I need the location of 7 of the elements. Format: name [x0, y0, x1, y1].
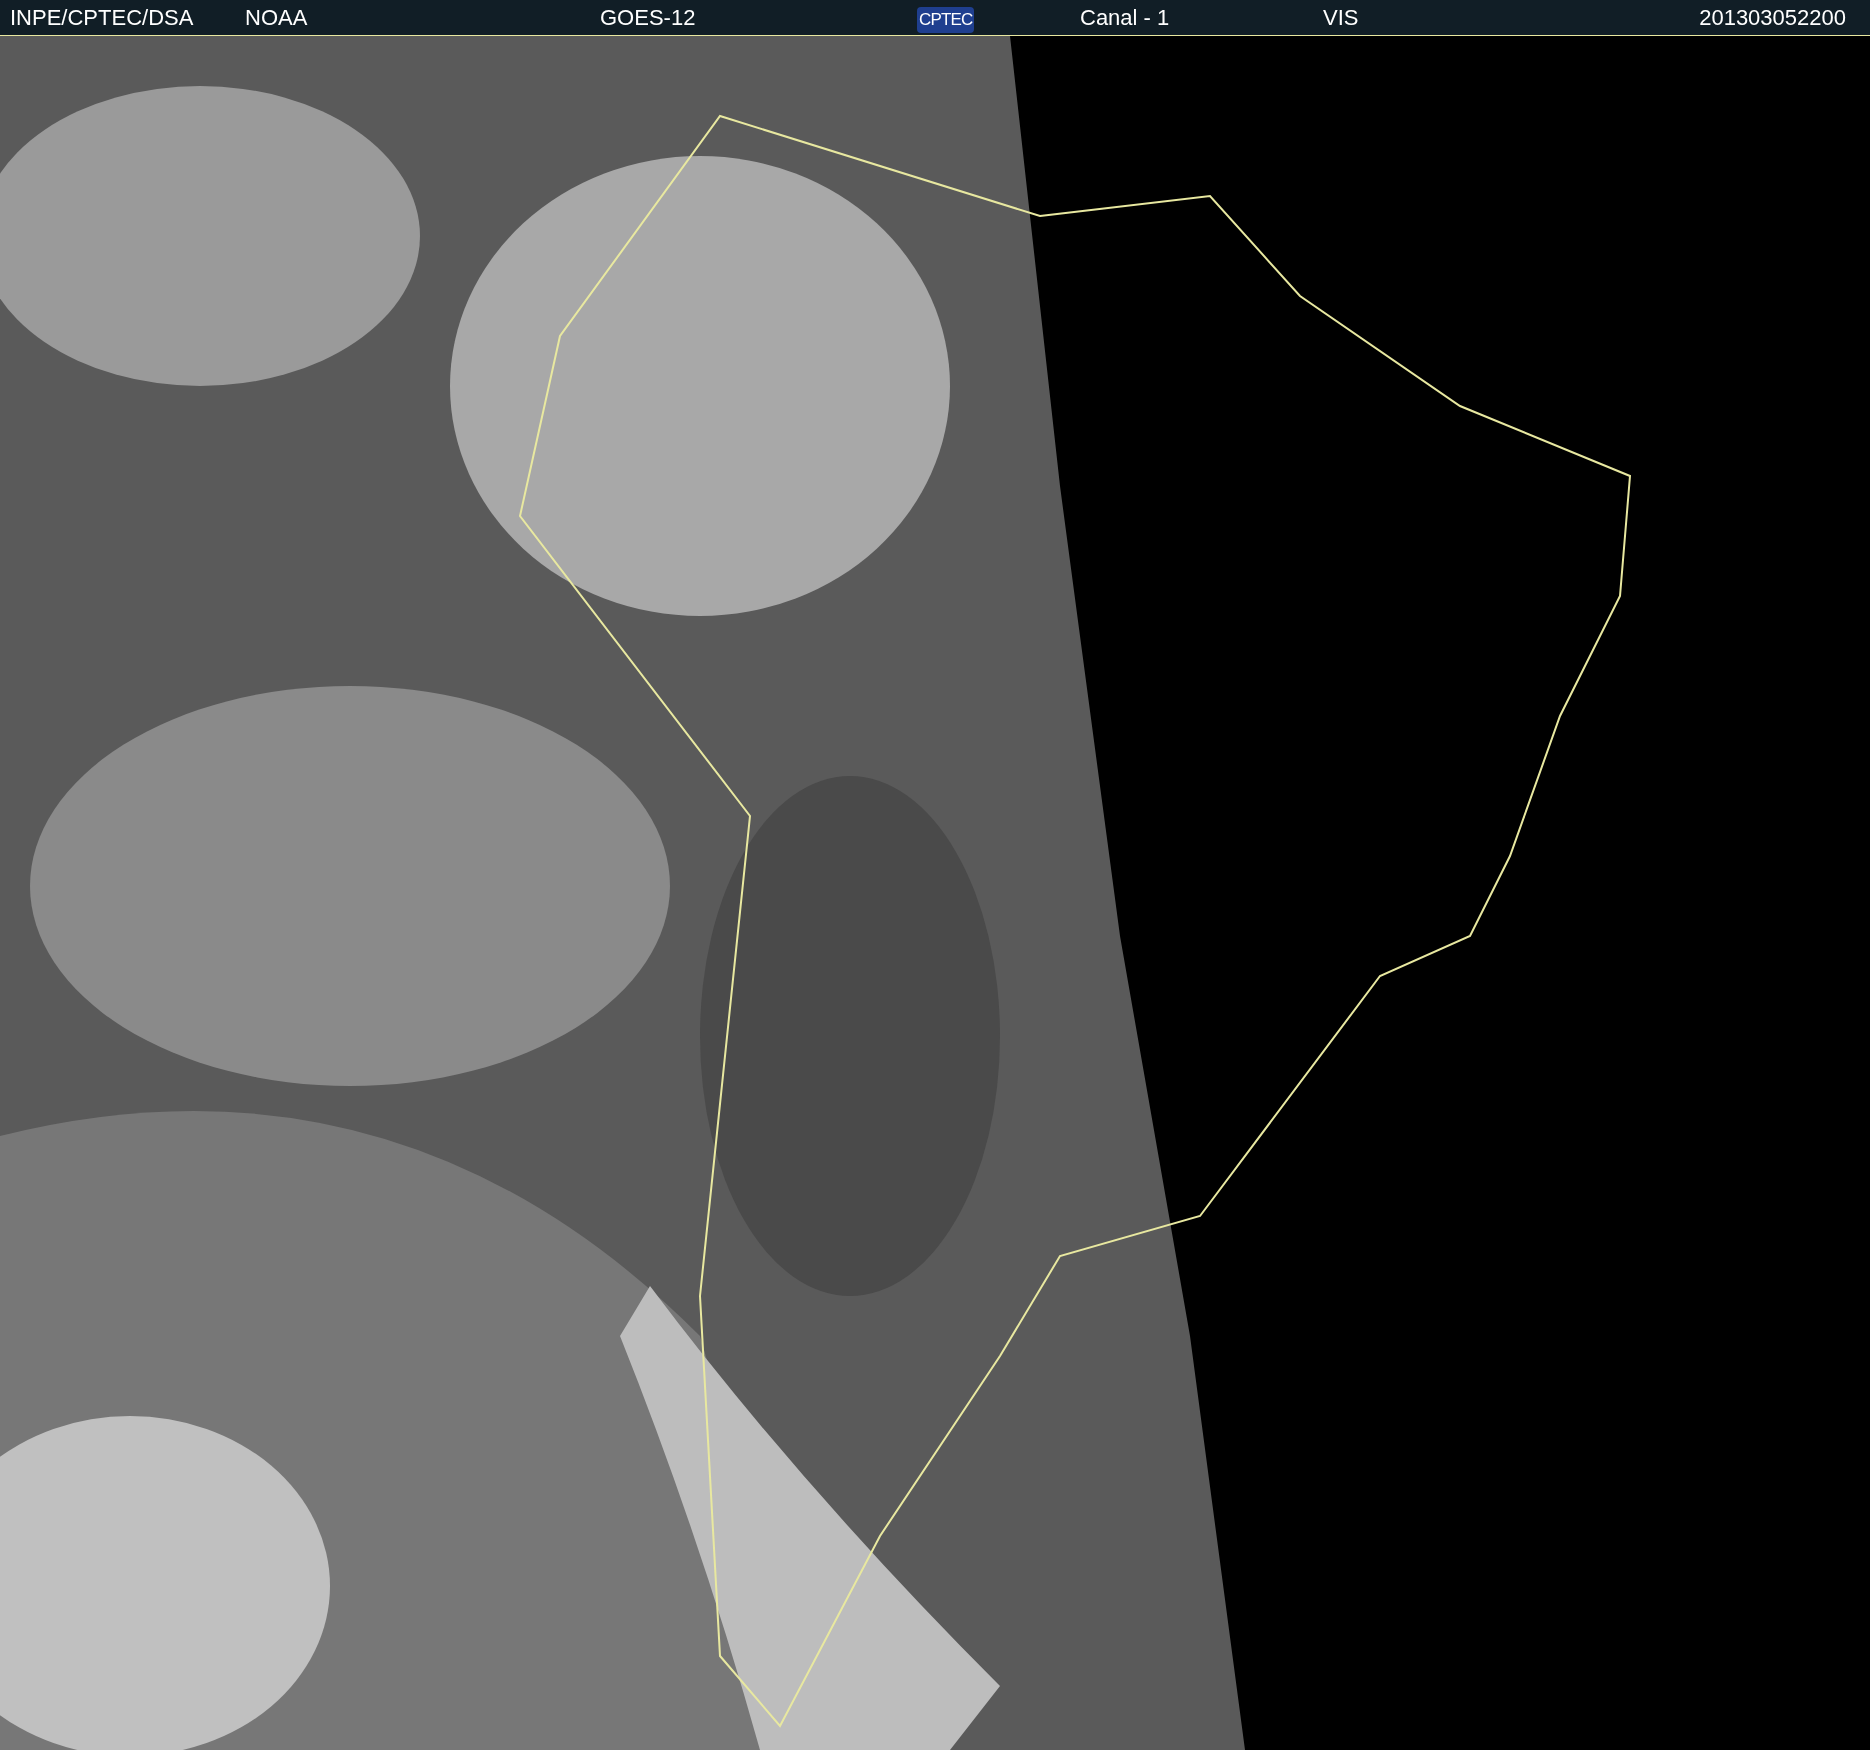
- source-label: INPE/CPTEC/DSA: [10, 5, 194, 30]
- timestamp-label: 201303052200: [1699, 4, 1846, 32]
- channel-label: Canal - 1: [1080, 5, 1170, 30]
- agency-label: NOAA: [245, 5, 308, 30]
- band-label: VIS: [1323, 5, 1359, 30]
- logo: CPTEC: [917, 7, 975, 33]
- satellite-label: GOES-12: [600, 5, 696, 30]
